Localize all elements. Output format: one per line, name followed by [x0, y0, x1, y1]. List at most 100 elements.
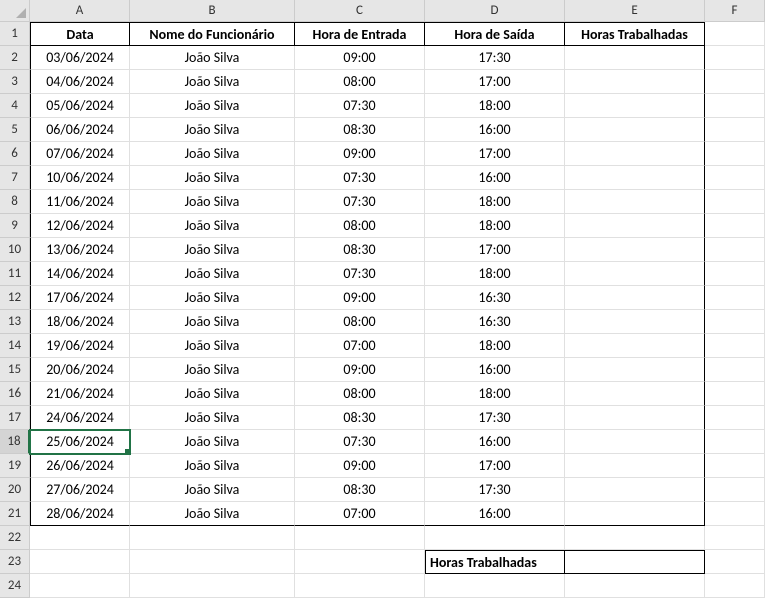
cell[interactable]: [130, 526, 295, 550]
cell[interactable]: [705, 262, 765, 286]
cell-nome[interactable]: João Silva: [130, 166, 295, 190]
cell-entrada[interactable]: 07:00: [295, 334, 425, 358]
cell-saida[interactable]: 17:00: [425, 142, 565, 166]
cell-saida[interactable]: 16:00: [425, 358, 565, 382]
cell-nome[interactable]: João Silva: [130, 214, 295, 238]
cell[interactable]: [705, 238, 765, 262]
cell-horas[interactable]: [565, 94, 705, 118]
cell-horas[interactable]: [565, 118, 705, 142]
cell[interactable]: [705, 94, 765, 118]
cell-entrada[interactable]: 09:00: [295, 454, 425, 478]
cell-nome[interactable]: João Silva: [130, 262, 295, 286]
row-header[interactable]: 23: [0, 550, 30, 574]
cell-nome[interactable]: João Silva: [130, 142, 295, 166]
cell-horas[interactable]: [565, 502, 705, 526]
cell-data[interactable]: 07/06/2024: [30, 142, 130, 166]
cell-data[interactable]: 24/06/2024: [30, 406, 130, 430]
cell-entrada[interactable]: 08:30: [295, 406, 425, 430]
row-header[interactable]: 14: [0, 334, 30, 358]
cell-data[interactable]: 26/06/2024: [30, 454, 130, 478]
cell-data[interactable]: 05/06/2024: [30, 94, 130, 118]
cell[interactable]: [425, 526, 565, 550]
cell[interactable]: [705, 166, 765, 190]
cell[interactable]: [705, 502, 765, 526]
summary-value[interactable]: [565, 550, 705, 574]
col-header-d[interactable]: D: [425, 0, 565, 22]
cell[interactable]: [130, 550, 295, 574]
cell-data[interactable]: 27/06/2024: [30, 478, 130, 502]
cell[interactable]: [705, 358, 765, 382]
cell[interactable]: [705, 406, 765, 430]
row-header[interactable]: 21: [0, 502, 30, 526]
row-header[interactable]: 7: [0, 166, 30, 190]
cell[interactable]: [130, 574, 295, 598]
cell[interactable]: [705, 190, 765, 214]
row-header[interactable]: 18: [0, 430, 30, 454]
cell[interactable]: [705, 214, 765, 238]
cell-horas[interactable]: [565, 46, 705, 70]
cell[interactable]: [705, 70, 765, 94]
cell-saida[interactable]: 18:00: [425, 382, 565, 406]
cell-horas[interactable]: [565, 430, 705, 454]
cell[interactable]: [705, 310, 765, 334]
cell[interactable]: [705, 22, 765, 46]
cell-data[interactable]: 12/06/2024: [30, 214, 130, 238]
cell-saida[interactable]: 18:00: [425, 190, 565, 214]
cell-entrada[interactable]: 08:30: [295, 238, 425, 262]
row-header[interactable]: 6: [0, 142, 30, 166]
cell[interactable]: [705, 550, 765, 574]
cell-entrada[interactable]: 08:00: [295, 70, 425, 94]
col-header-b[interactable]: B: [130, 0, 295, 22]
cell-nome[interactable]: João Silva: [130, 238, 295, 262]
cell-nome[interactable]: João Silva: [130, 46, 295, 70]
cell-saida[interactable]: 18:00: [425, 334, 565, 358]
row-header[interactable]: 3: [0, 70, 30, 94]
cell-entrada[interactable]: 08:00: [295, 382, 425, 406]
cell-data[interactable]: 10/06/2024: [30, 166, 130, 190]
row-header[interactable]: 8: [0, 190, 30, 214]
cell-data[interactable]: 19/06/2024: [30, 334, 130, 358]
cell-entrada[interactable]: 08:00: [295, 214, 425, 238]
row-header[interactable]: 2: [0, 46, 30, 70]
cell-nome[interactable]: João Silva: [130, 430, 295, 454]
cell[interactable]: [705, 454, 765, 478]
cell-horas[interactable]: [565, 238, 705, 262]
cell-horas[interactable]: [565, 454, 705, 478]
cell-horas[interactable]: [565, 334, 705, 358]
cell[interactable]: [295, 574, 425, 598]
select-all-corner[interactable]: [0, 0, 30, 22]
row-header[interactable]: 1: [0, 22, 30, 46]
cell-entrada[interactable]: 09:00: [295, 286, 425, 310]
cell-entrada[interactable]: 07:30: [295, 166, 425, 190]
cell-data[interactable]: 25/06/2024: [30, 430, 130, 454]
cell-saida[interactable]: 16:00: [425, 502, 565, 526]
cell-nome[interactable]: João Silva: [130, 286, 295, 310]
cell-saida[interactable]: 16:30: [425, 286, 565, 310]
row-header[interactable]: 4: [0, 94, 30, 118]
cell-nome[interactable]: João Silva: [130, 70, 295, 94]
col-header-c[interactable]: C: [295, 0, 425, 22]
cell[interactable]: [425, 574, 565, 598]
row-header[interactable]: 16: [0, 382, 30, 406]
cell[interactable]: [705, 334, 765, 358]
row-header[interactable]: 15: [0, 358, 30, 382]
cell-data[interactable]: 21/06/2024: [30, 382, 130, 406]
cell[interactable]: [705, 526, 765, 550]
row-header[interactable]: 22: [0, 526, 30, 550]
row-header[interactable]: 11: [0, 262, 30, 286]
cell-saida[interactable]: 17:00: [425, 454, 565, 478]
cell-saida[interactable]: 17:30: [425, 478, 565, 502]
cell-nome[interactable]: João Silva: [130, 94, 295, 118]
header-nome[interactable]: Nome do Funcionário: [130, 22, 295, 46]
cell-nome[interactable]: João Silva: [130, 358, 295, 382]
col-header-f[interactable]: F: [705, 0, 765, 22]
cell-data[interactable]: 28/06/2024: [30, 502, 130, 526]
row-header[interactable]: 5: [0, 118, 30, 142]
header-entrada[interactable]: Hora de Entrada: [295, 22, 425, 46]
cell-nome[interactable]: João Silva: [130, 310, 295, 334]
cell-entrada[interactable]: 08:30: [295, 478, 425, 502]
cell-saida[interactable]: 17:30: [425, 46, 565, 70]
cell[interactable]: [705, 118, 765, 142]
cell[interactable]: [295, 550, 425, 574]
cell-entrada[interactable]: 07:30: [295, 190, 425, 214]
